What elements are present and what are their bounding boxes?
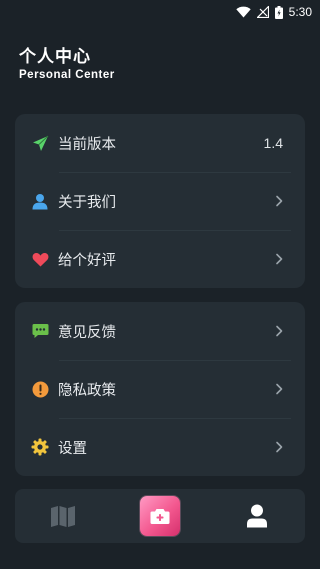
status-time: 5:30 xyxy=(288,5,312,19)
battery-icon xyxy=(274,5,283,19)
settings-label: 设置 xyxy=(58,440,87,457)
settings-row[interactable]: 设置 xyxy=(15,418,305,476)
exclamation-icon xyxy=(31,380,49,398)
version-label: 当前版本 xyxy=(58,136,116,153)
page-title: 个人中心 xyxy=(19,47,91,67)
chat-bubble-icon xyxy=(31,322,49,340)
gear-icon xyxy=(31,438,49,456)
rate-us-row[interactable]: 给个好评 xyxy=(15,230,305,288)
chevron-right-icon xyxy=(276,195,283,207)
wifi-icon xyxy=(235,6,251,18)
chevron-right-icon xyxy=(276,253,283,265)
privacy-policy-row[interactable]: 隐私政策 xyxy=(15,360,305,418)
map-icon xyxy=(51,506,76,527)
chevron-right-icon xyxy=(276,383,283,395)
privacy-policy-label: 隐私政策 xyxy=(58,382,116,399)
page-subtitle: Personal Center xyxy=(19,69,115,81)
bottom-nav xyxy=(15,489,305,543)
camera-button[interactable] xyxy=(139,496,180,536)
feedback-label: 意见反馈 xyxy=(58,324,116,341)
version-value: 1.4 xyxy=(263,135,283,151)
tab-map[interactable] xyxy=(33,489,93,543)
about-us-row[interactable]: 关于我们 xyxy=(15,172,305,230)
no-signal-icon xyxy=(256,6,269,18)
paper-plane-icon xyxy=(31,134,49,152)
page-header: 个人中心 Personal Center xyxy=(19,46,115,81)
version-row: 当前版本 1.4 xyxy=(15,114,305,172)
chevron-right-icon xyxy=(276,441,283,453)
settings-card: 意见反馈 隐私政策 设置 xyxy=(15,302,305,476)
chevron-right-icon xyxy=(276,325,283,337)
heart-icon xyxy=(31,250,49,268)
camera-icon xyxy=(150,508,170,524)
rate-us-label: 给个好评 xyxy=(58,252,116,269)
person-icon xyxy=(246,504,267,528)
tab-profile[interactable] xyxy=(227,489,287,543)
status-bar: 5:30 xyxy=(0,0,320,24)
info-card: 当前版本 1.4 关于我们 给个好评 xyxy=(15,114,305,288)
about-us-label: 关于我们 xyxy=(58,194,116,211)
user-icon xyxy=(31,192,49,210)
feedback-row[interactable]: 意见反馈 xyxy=(15,302,305,360)
tab-camera[interactable] xyxy=(130,489,190,543)
